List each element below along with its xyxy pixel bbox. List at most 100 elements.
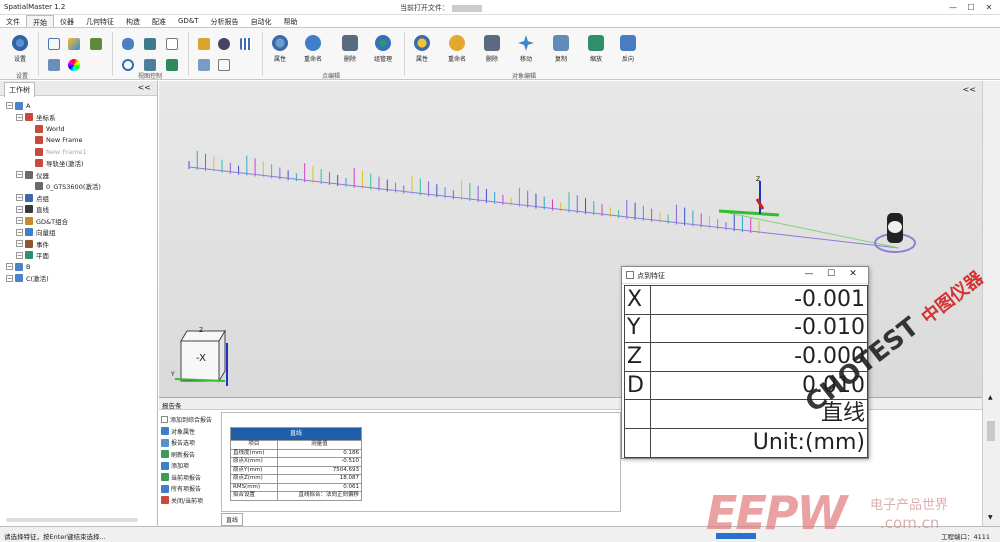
close-icon[interactable]: ✕ <box>842 269 864 279</box>
point-style-icon[interactable] <box>48 59 60 71</box>
minimize-icon[interactable]: — <box>944 0 962 14</box>
close-icon[interactable]: ✕ <box>980 0 998 14</box>
maximize-icon[interactable]: ☐ <box>962 0 980 14</box>
expand-toggle-icon[interactable]: − <box>16 194 23 202</box>
menu-automation[interactable]: 自动化 <box>245 15 278 27</box>
menu-file[interactable]: 文件 <box>0 15 26 27</box>
expand-toggle-icon[interactable]: − <box>16 240 23 248</box>
expand-toggle-icon[interactable]: − <box>16 113 23 121</box>
horizontal-scrollbar[interactable] <box>6 518 138 522</box>
report-option[interactable]: 添加到综合报告 <box>161 414 219 426</box>
expand-toggle-icon[interactable]: − <box>16 251 23 259</box>
tree-node[interactable]: 0_GTS3600(激活) <box>0 181 157 193</box>
scroll-up-icon[interactable]: ▲ <box>988 394 993 401</box>
rotate-icon[interactable] <box>122 59 134 71</box>
expand-toggle-icon[interactable] <box>26 125 33 133</box>
pan-icon[interactable] <box>166 59 178 71</box>
report-tab[interactable]: 直线 <box>221 513 244 526</box>
work-tree-tab[interactable]: 工作树 <box>4 82 35 97</box>
reverse-button[interactable]: 反向 <box>620 35 636 63</box>
option-icon <box>161 438 169 447</box>
move-button[interactable]: 移动 <box>518 35 534 63</box>
collapse-left-icon[interactable]: << <box>138 83 151 92</box>
rename-button-1[interactable]: 重命名 <box>304 35 322 63</box>
color-wheel-icon[interactable] <box>68 59 80 71</box>
dialog-title-bar[interactable]: 点到特征 — ☐ ✕ <box>622 267 868 284</box>
menu-construct[interactable]: 构造 <box>120 15 146 27</box>
tree-node[interactable]: − B <box>0 261 157 273</box>
menu-geometry[interactable]: 几何特征 <box>80 15 120 27</box>
cube-shaded-icon[interactable] <box>68 38 80 50</box>
expand-toggle-icon[interactable]: − <box>16 205 23 213</box>
expand-toggle-icon[interactable] <box>26 182 33 190</box>
tree-node[interactable]: − 仪器 <box>0 169 157 181</box>
expand-toggle-icon[interactable]: − <box>6 102 13 110</box>
light-icon[interactable] <box>198 38 210 50</box>
paint-icon[interactable] <box>90 38 102 50</box>
menu-start[interactable]: 开始 <box>26 15 54 27</box>
scroll-down-icon[interactable]: ▼ <box>988 514 993 521</box>
vertical-scrollbar[interactable]: ▲ ▼ <box>982 81 1000 526</box>
expand-toggle-icon[interactable] <box>26 159 33 167</box>
report-option[interactable]: 关闭/当前项 <box>161 495 219 507</box>
tree-node[interactable]: − 直线 <box>0 204 157 216</box>
tree-node[interactable]: − C(激活) <box>0 273 157 285</box>
select-box-icon[interactable] <box>166 38 178 50</box>
settings-button[interactable]: 设置 <box>12 35 28 63</box>
layer-icon[interactable] <box>198 59 210 71</box>
expand-toggle-icon[interactable]: − <box>6 263 13 271</box>
frame-icon[interactable] <box>218 59 230 71</box>
report-option[interactable]: 刷新报告 <box>161 449 219 461</box>
expand-toggle-icon[interactable]: − <box>16 217 23 225</box>
tree-node[interactable]: New Frame1 <box>0 146 157 158</box>
attribute-button-2[interactable]: 属性 <box>414 35 430 63</box>
tree-node[interactable]: − 向量组 <box>0 227 157 239</box>
tree-node[interactable]: − A <box>0 100 157 112</box>
option-icon <box>161 473 169 482</box>
rename-button-2[interactable]: 重命名 <box>448 35 466 63</box>
expand-toggle-icon[interactable] <box>26 136 33 144</box>
group-manage-button[interactable]: 组管理 <box>374 35 392 63</box>
reverse-icon <box>620 35 636 51</box>
report-option[interactable]: 添加项 <box>161 460 219 472</box>
tree-node[interactable]: − 平面 <box>0 250 157 262</box>
report-option[interactable]: 当前项报告 <box>161 472 219 484</box>
report-option[interactable]: 所有项报告 <box>161 483 219 495</box>
eye-icon[interactable] <box>218 38 230 50</box>
maximize-icon[interactable]: ☐ <box>820 269 842 279</box>
scroll-thumb[interactable] <box>987 421 995 441</box>
menu-registration[interactable]: 配准 <box>146 15 172 27</box>
report-rows: 直线度(mm) 0.186 原点X(mm) -0.510 原点Y(mm) 7504.693… <box>230 448 363 501</box>
fit-view-icon[interactable] <box>144 38 156 50</box>
tree-node[interactable]: − GD&T组合 <box>0 215 157 227</box>
menu-instrument[interactable]: 仪器 <box>54 15 80 27</box>
tree-node[interactable]: − 点组 <box>0 192 157 204</box>
delete-button-1[interactable]: 删除 <box>342 35 358 63</box>
scale-button[interactable]: 缩放 <box>588 35 604 63</box>
delete-button-2[interactable]: 删除 <box>484 35 500 63</box>
tree-node[interactable]: World <box>0 123 157 135</box>
tree-node[interactable]: New Frame <box>0 135 157 147</box>
tree-node[interactable]: 导轨坐(激活) <box>0 158 157 170</box>
cube-wire-icon[interactable] <box>48 38 60 50</box>
grid-icon[interactable] <box>240 38 252 50</box>
report-option[interactable]: 对象属性 <box>161 426 219 438</box>
report-option[interactable]: 报告选项 <box>161 437 219 449</box>
menu-gdt[interactable]: GD&T <box>172 15 205 27</box>
copy-button[interactable]: 复制 <box>553 35 569 63</box>
report-option-label: 对象属性 <box>171 428 196 436</box>
tree-node-icon <box>35 159 43 168</box>
tree-node[interactable]: − 坐标系 <box>0 112 157 124</box>
menu-report[interactable]: 分析报告 <box>205 15 245 27</box>
mouse-icon[interactable] <box>122 38 134 50</box>
tree-node[interactable]: − 事件 <box>0 238 157 250</box>
zoom-window-icon[interactable] <box>144 59 156 71</box>
attribute-button-1[interactable]: 属性 <box>272 35 288 63</box>
menu-help[interactable]: 帮助 <box>278 15 304 27</box>
expand-toggle-icon[interactable]: − <box>6 274 13 282</box>
expand-toggle-icon[interactable] <box>26 148 33 156</box>
minimize-icon[interactable]: — <box>798 269 820 279</box>
expand-toggle-icon[interactable]: − <box>16 228 23 236</box>
expand-toggle-icon[interactable]: − <box>16 171 23 179</box>
view-cube-label: -X <box>196 353 206 364</box>
